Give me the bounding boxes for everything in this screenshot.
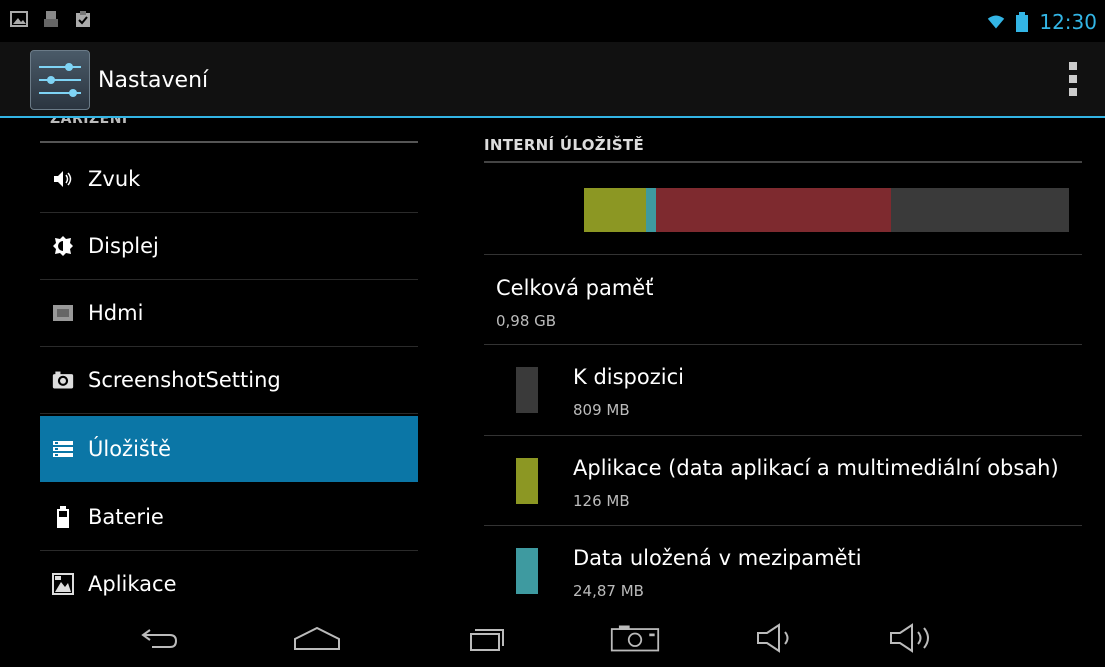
storage-usage-bar	[584, 188, 1069, 232]
system-nav-bar	[0, 608, 1105, 667]
clipboard-check-icon	[74, 10, 92, 28]
camera-icon	[52, 369, 74, 391]
settings-sidebar: ZAŘÍZENÍ Zvuk Displej Hdmi ScreenshotSet…	[0, 118, 420, 608]
usage-segment	[646, 188, 656, 232]
speaker-icon	[52, 168, 74, 190]
sidebar-item-displej[interactable]: Displej	[40, 213, 418, 280]
wifi-icon	[987, 13, 1005, 31]
settings-sliders-icon[interactable]	[30, 50, 90, 110]
usage-segment	[891, 188, 1069, 232]
overflow-menu-icon[interactable]	[1069, 62, 1077, 96]
storage-row-label: Data uložená v mezipaměti	[573, 546, 862, 570]
sidebar-item-uloziste[interactable]: Úložiště	[40, 416, 418, 482]
sidebar-item-screenshotsetting[interactable]: ScreenshotSetting	[40, 347, 418, 414]
storage-row-available[interactable]: K dispozici 809 MB	[484, 345, 1082, 435]
battery-icon	[52, 506, 74, 528]
storage-row-apps[interactable]: Aplikace (data aplikací a multimediální …	[484, 436, 1082, 526]
color-swatch	[516, 548, 538, 594]
storage-icon	[52, 438, 74, 460]
sidebar-item-label: Zvuk	[88, 167, 141, 191]
storage-row-label: Aplikace (data aplikací a multimediální …	[573, 456, 1059, 480]
storage-row-value: 24,87 MB	[573, 582, 644, 600]
divider	[484, 254, 1082, 255]
storage-row-cache[interactable]: Data uložená v mezipaměti 24,87 MB	[484, 526, 1082, 608]
usage-segment	[584, 188, 647, 232]
sidebar-item-baterie[interactable]: Baterie	[40, 484, 418, 551]
usage-segment	[655, 188, 892, 232]
storage-detail: INTERNÍ ÚLOŽIŠTĚ Celková paměť 0,98 GB K…	[420, 118, 1105, 608]
total-storage-label: Celková paměť	[496, 276, 654, 300]
sidebar-item-zvuk[interactable]: Zvuk	[40, 146, 418, 213]
storage-row-value: 809 MB	[573, 401, 630, 419]
sidebar-item-hdmi[interactable]: Hdmi	[40, 280, 418, 347]
total-storage-value: 0,98 GB	[496, 312, 557, 330]
category-divider	[40, 141, 418, 143]
action-bar: Nastavení	[0, 42, 1105, 118]
volume-down-icon[interactable]	[752, 618, 802, 658]
sidebar-item-aplikace[interactable]: Aplikace	[40, 551, 418, 608]
usb-icon	[42, 10, 60, 28]
hdmi-icon	[52, 302, 74, 324]
storage-row-value: 126 MB	[573, 492, 630, 510]
section-divider	[484, 161, 1082, 163]
sidebar-item-label: Aplikace	[88, 572, 177, 596]
sidebar-item-label: Úložiště	[88, 437, 172, 461]
back-icon[interactable]	[135, 618, 185, 658]
sidebar-item-label: Hdmi	[88, 301, 144, 325]
battery-icon	[1013, 12, 1031, 32]
sidebar-item-label: Displej	[88, 234, 159, 258]
recents-icon[interactable]	[462, 618, 512, 658]
picture-icon	[10, 10, 28, 28]
apps-icon	[52, 573, 74, 595]
screenshot-icon[interactable]	[610, 618, 660, 658]
color-swatch	[516, 367, 538, 413]
sidebar-item-label: ScreenshotSetting	[88, 368, 281, 392]
color-swatch	[516, 458, 538, 504]
status-bar: 12:30	[0, 0, 1105, 42]
page-title: Nastavení	[98, 68, 209, 93]
volume-up-icon[interactable]	[888, 618, 938, 658]
section-header: INTERNÍ ÚLOŽIŠTĚ	[484, 136, 645, 154]
category-header: ZAŘÍZENÍ	[50, 118, 128, 127]
brightness-icon	[52, 235, 74, 257]
clock: 12:30	[1039, 10, 1097, 34]
home-icon[interactable]	[292, 618, 342, 658]
sidebar-item-label: Baterie	[88, 505, 164, 529]
storage-row-label: K dispozici	[573, 365, 684, 389]
